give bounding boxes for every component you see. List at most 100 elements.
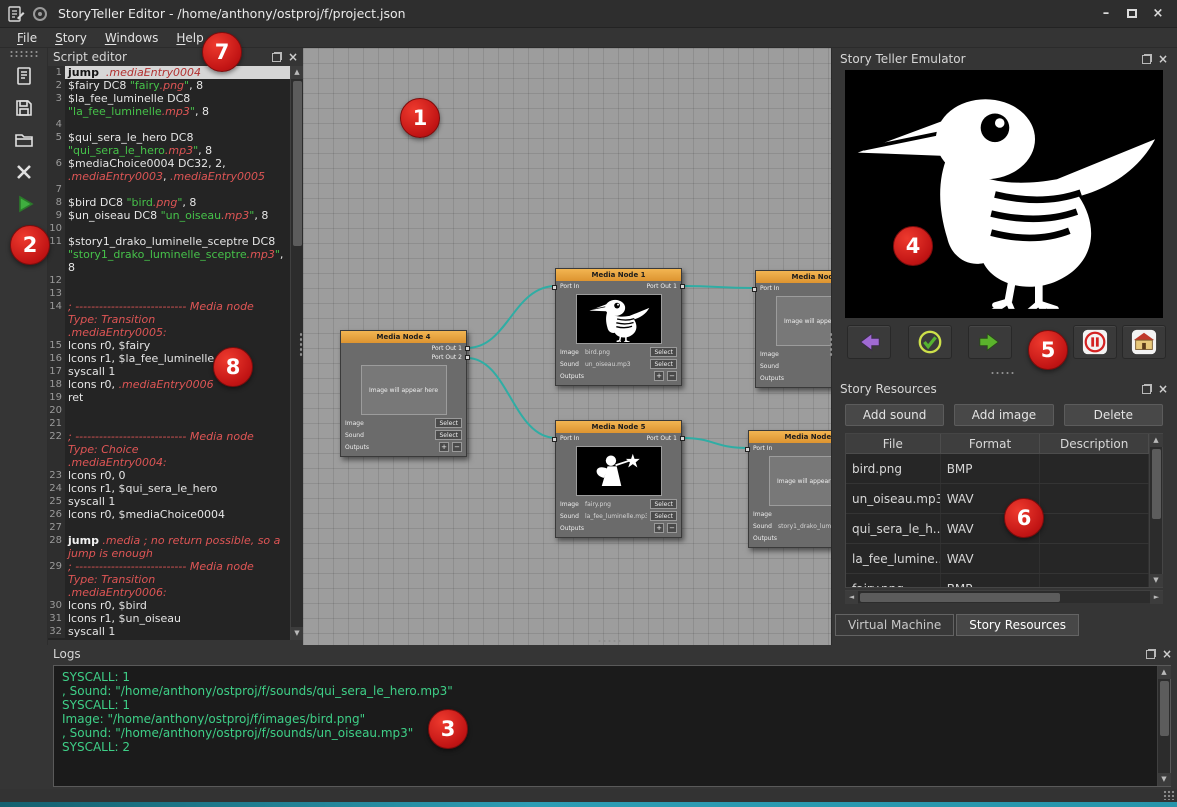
output-mini-button[interactable]: − — [667, 523, 677, 533]
media-node[interactable]: Media Node 2Port InPort Out 1Image will … — [755, 270, 832, 388]
scrollbar-thumb[interactable] — [860, 593, 1060, 602]
menu-item-story[interactable]: Story — [46, 30, 96, 46]
node-field-row: Soundun_oiseau.mp3Select — [560, 359, 677, 369]
table-cell: qui_sera_le_h... — [846, 514, 941, 543]
splitter-handle[interactable] — [299, 332, 303, 358]
toolbar-grip[interactable] — [9, 50, 39, 57]
menu-item-file[interactable]: File — [8, 30, 46, 46]
table-row[interactable]: fairy.pngBMP — [846, 574, 1149, 587]
port-out-dot[interactable] — [465, 355, 470, 360]
media-node[interactable]: Media Node 3Port InPort Out 1Image will … — [748, 430, 832, 548]
scroll-down-icon[interactable]: ▼ — [1150, 574, 1163, 587]
maximize-button[interactable] — [1119, 3, 1145, 25]
logs-content[interactable]: SYSCALL: 1, Sound: "/home/anthony/ostpro… — [53, 665, 1171, 787]
scroll-right-icon[interactable]: ► — [1150, 591, 1163, 604]
port-out-label: Port Out 1 — [647, 283, 677, 290]
table-row[interactable]: bird.pngBMP — [846, 454, 1149, 484]
validate-button[interactable] — [908, 325, 952, 359]
table-row[interactable]: la_fee_lumine...WAV — [846, 544, 1149, 574]
select-button[interactable]: Select — [650, 499, 677, 509]
scroll-down-icon[interactable]: ▼ — [291, 627, 304, 640]
undock-icon[interactable] — [1142, 54, 1152, 64]
port-in-dot[interactable] — [745, 447, 750, 452]
output-mini-button[interactable]: − — [667, 371, 677, 381]
column-header[interactable]: Format — [941, 434, 1041, 453]
close-button[interactable]: × — [1145, 3, 1171, 25]
undock-icon[interactable] — [1146, 649, 1156, 659]
logs-scrollbar[interactable]: ▲ ▼ — [1157, 666, 1170, 786]
next-button[interactable] — [968, 325, 1012, 359]
column-header[interactable]: Description — [1040, 434, 1149, 453]
script-line: 8$bird DC8 "bird.png", 8 — [48, 196, 290, 209]
output-mini-button[interactable]: + — [439, 442, 449, 452]
undock-icon[interactable] — [1142, 384, 1152, 394]
undock-icon[interactable] — [272, 52, 282, 62]
close-icon[interactable]: × — [1158, 54, 1168, 64]
save-button[interactable] — [7, 93, 41, 123]
splitter-handle[interactable] — [990, 371, 1016, 375]
minimize-button[interactable]: – — [1093, 3, 1119, 25]
resize-grip[interactable] — [1163, 790, 1175, 800]
scroll-down-icon[interactable]: ▼ — [1158, 773, 1171, 786]
scroll-up-icon[interactable]: ▲ — [1150, 434, 1163, 447]
output-mini-button[interactable]: + — [654, 523, 664, 533]
green-check-icon — [917, 329, 943, 355]
port-out-dot[interactable] — [680, 284, 685, 289]
media-node[interactable]: Media Node 1Port InPort Out 1Imagebird.p… — [555, 268, 682, 386]
tab-story-resources[interactable]: Story Resources — [956, 614, 1079, 636]
scroll-left-icon[interactable]: ◄ — [845, 591, 858, 604]
select-button[interactable]: Select — [650, 511, 677, 521]
resources-v-scrollbar[interactable]: ▲ ▼ — [1149, 434, 1162, 587]
media-node[interactable]: Media Node 4Port Out 1Port Out 2Image wi… — [340, 330, 467, 457]
close-icon[interactable]: × — [1162, 649, 1172, 659]
add-sound-button[interactable]: Add sound — [845, 404, 944, 426]
script-line: "la_fee_luminelle.mp3", 8 — [48, 105, 290, 118]
splitter-handle[interactable] — [829, 332, 833, 358]
node-graph-canvas[interactable]: Media Node 4Port Out 1Port Out 2Image wi… — [303, 48, 832, 645]
output-mini-button[interactable]: + — [654, 371, 664, 381]
new-script-button[interactable] — [7, 61, 41, 91]
select-button[interactable]: Select — [650, 347, 677, 357]
add-image-button[interactable]: Add image — [954, 404, 1053, 426]
port-out-label: Port Out 1 — [432, 345, 462, 352]
node-field-row: ImageSelect — [753, 509, 832, 519]
delete-button[interactable]: Delete — [1064, 404, 1163, 426]
table-cell: WAV — [941, 544, 1041, 573]
column-header[interactable]: File — [846, 434, 941, 453]
open-button[interactable] — [7, 125, 41, 155]
select-button[interactable]: Select — [435, 430, 462, 440]
script-line: 7 — [48, 183, 290, 196]
previous-button[interactable] — [847, 325, 891, 359]
select-button[interactable]: Select — [435, 418, 462, 428]
port-in-dot[interactable] — [752, 287, 757, 292]
table-row[interactable]: un_oiseau.mp3WAV — [846, 484, 1149, 514]
scrollbar-thumb[interactable] — [1160, 681, 1169, 736]
home-button[interactable] — [1122, 325, 1166, 359]
tab-virtual-machine[interactable]: Virtual Machine — [835, 614, 954, 636]
close-icon[interactable]: × — [288, 52, 298, 62]
script-editor-content[interactable]: 1jump .mediaEntry00042$fairy DC8 "fairy.… — [48, 66, 290, 640]
port-in-dot[interactable] — [552, 285, 557, 290]
script-line: 30lcons r0, $bird — [48, 599, 290, 612]
scrollbar-thumb[interactable] — [293, 81, 302, 246]
menu-item-windows[interactable]: Windows — [96, 30, 168, 46]
port-out-dot[interactable] — [465, 346, 470, 351]
build-button[interactable] — [7, 157, 41, 187]
media-node[interactable]: Media Node 5Port InPort Out 1Imagefairy.… — [555, 420, 682, 538]
node-image-placeholder: Image will appear here — [361, 365, 447, 415]
pause-button[interactable] — [1073, 325, 1117, 359]
output-mini-button[interactable]: − — [452, 442, 462, 452]
script-line: 23lcons r0, 0 — [48, 469, 290, 482]
scroll-up-icon[interactable]: ▲ — [1158, 666, 1171, 679]
port-out-dot[interactable] — [680, 436, 685, 441]
table-row[interactable]: qui_sera_le_h...WAV — [846, 514, 1149, 544]
select-button[interactable]: Select — [650, 359, 677, 369]
emulator-header: Story Teller Emulator × — [835, 50, 1173, 68]
scroll-up-icon[interactable]: ▲ — [291, 66, 304, 79]
port-in-dot[interactable] — [552, 437, 557, 442]
resources-h-scrollbar[interactable]: ◄ ► — [845, 590, 1163, 603]
close-icon[interactable]: × — [1158, 384, 1168, 394]
splitter-handle[interactable] — [597, 639, 623, 643]
scrollbar-thumb[interactable] — [1152, 449, 1161, 519]
run-button[interactable] — [7, 189, 41, 219]
